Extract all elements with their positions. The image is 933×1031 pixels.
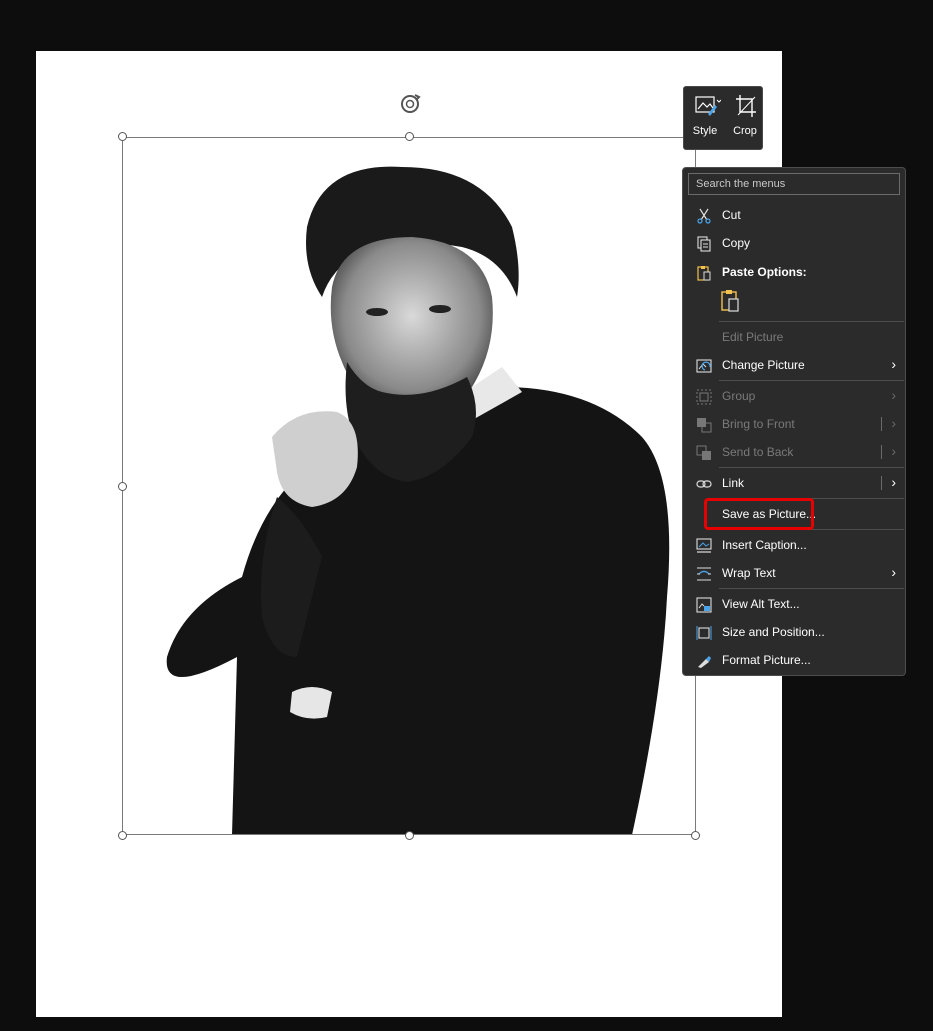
insert-caption-icon [696,538,712,553]
menu-item-link[interactable]: Link › [684,470,904,496]
style-label: Style [692,125,718,137]
save-as-picture-highlight-box [704,498,814,530]
rotate-handle-icon[interactable] [398,92,422,116]
copy-icon [697,236,711,252]
menu-item-wrap-text[interactable]: Wrap Text › [684,560,904,586]
resize-handle-bottom-left[interactable] [118,831,127,840]
submenu-arrow-icon: › [891,564,896,580]
paste-icon [697,266,711,281]
menu-label-paste-options: Paste Options: [722,265,807,279]
menu-item-view-alt-text[interactable]: View Alt Text... [684,591,904,617]
menu-separator [719,588,904,589]
menu-label-cut: Cut [722,208,741,222]
send-to-back-icon [696,445,711,460]
split-divider [881,476,882,490]
picture-style-icon [695,96,721,116]
menu-label-edit-picture: Edit Picture [722,330,784,344]
floating-mini-toolbar: Style Crop [683,86,763,150]
menu-item-size-and-position[interactable]: Size and Position... [684,619,904,645]
split-divider [881,445,882,459]
menu-label-view-alt-text: View Alt Text... [722,597,800,611]
paste-clipboard-icon [721,290,739,312]
menu-label-group: Group [722,389,756,403]
resize-handle-left[interactable] [118,482,127,491]
menu-item-copy[interactable]: Copy [684,230,904,256]
link-icon [696,480,712,488]
submenu-arrow-icon: › [891,356,896,372]
menu-label-change-picture: Change Picture [722,358,805,372]
menu-label-size-and-position: Size and Position... [722,625,825,639]
bring-to-front-icon [697,418,712,433]
resize-handle-bottom-right[interactable] [691,831,700,840]
menu-label-link: Link [722,476,745,490]
menu-item-send-to-back[interactable]: Send to Back › [684,439,904,465]
menu-separator [719,467,904,468]
paste-keep-source-button[interactable] [719,288,747,314]
portrait-photo [166,166,670,835]
resize-handle-top[interactable] [405,132,414,141]
menu-label-send-to-back: Send to Back [722,445,794,459]
change-picture-icon [696,359,712,373]
menu-item-cut[interactable]: Cut [684,202,904,228]
menu-label-format-picture: Format Picture... [722,653,811,667]
resize-handle-bottom[interactable] [405,831,414,840]
size-position-icon [696,626,712,640]
crop-button[interactable]: Crop [726,87,764,149]
menu-label-wrap-text: Wrap Text [722,566,776,580]
split-divider [881,417,882,431]
submenu-arrow-icon: › [891,443,896,459]
context-menu: Cut Copy Paste Options: Edit Picture [682,167,906,676]
menu-label-bring-to-front: Bring to Front [722,417,795,431]
crop-label: Crop [733,125,757,137]
search-menus-input[interactable] [688,173,900,195]
menu-item-paste-options: Paste Options: [684,259,904,285]
crop-icon [736,95,756,117]
submenu-arrow-icon: › [891,415,896,431]
submenu-arrow-icon: › [891,387,896,403]
menu-item-group[interactable]: Group › [684,383,904,409]
menu-label-copy: Copy [722,236,751,250]
scissors-icon [697,208,711,224]
alt-text-icon [696,597,712,613]
menu-item-format-picture[interactable]: Format Picture... [684,647,904,673]
format-picture-icon [698,656,711,668]
menu-item-edit-picture[interactable]: Edit Picture [684,324,904,350]
menu-item-change-picture[interactable]: Change Picture › [684,352,904,378]
menu-separator [719,321,904,322]
menu-separator [719,380,904,381]
menu-label-insert-caption: Insert Caption... [722,538,807,552]
style-button[interactable]: Style [686,87,724,149]
group-icon [696,389,712,405]
menu-item-insert-caption[interactable]: Insert Caption... [684,532,904,558]
menu-item-bring-to-front[interactable]: Bring to Front › [684,411,904,437]
resize-handle-top-left[interactable] [118,132,127,141]
selected-picture[interactable] [122,137,696,835]
layout-options-button-peek [708,150,736,166]
wrap-text-icon [697,567,711,581]
submenu-arrow-icon: › [891,474,896,490]
